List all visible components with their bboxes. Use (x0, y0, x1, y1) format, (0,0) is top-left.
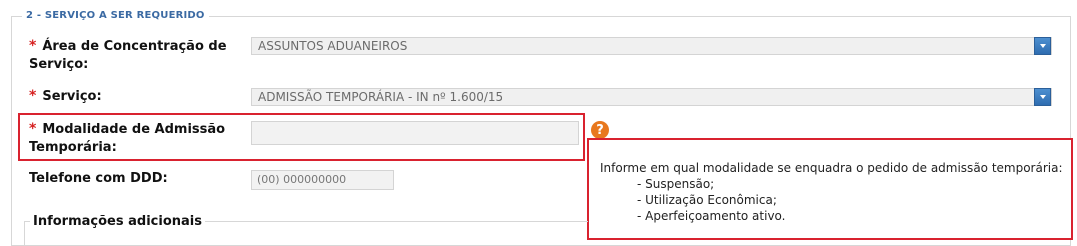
additional-info-border-left (24, 221, 25, 246)
tooltip-item: - Aperfeiçoamento ativo. (637, 209, 786, 223)
telefone-label: Telefone com DDD: (29, 171, 168, 186)
chevron-down-icon[interactable] (1034, 88, 1051, 106)
servico-select[interactable]: ADMISSÃO TEMPORÁRIA - IN nº 1.600/15 (251, 88, 1052, 106)
required-marker: * (29, 88, 37, 104)
chevron-down-icon[interactable] (1034, 37, 1051, 55)
tooltip-intro: Informe em qual modalidade se enquadra o… (600, 161, 1063, 175)
modalidade-input[interactable] (251, 121, 579, 145)
section-legend: 2 - SERVIÇO A SER REQUERIDO (22, 10, 209, 21)
area-label: * Área de Concentração de Serviço: (29, 38, 227, 72)
question-icon[interactable]: ? (591, 121, 609, 139)
required-marker: * (29, 38, 37, 54)
tooltip-item: - Suspensão; (637, 177, 715, 191)
required-marker: * (29, 121, 37, 137)
telefone-input[interactable]: (00) 000000000 (251, 170, 394, 190)
servico-label: * Serviço: (29, 88, 102, 104)
area-select[interactable]: ASSUNTOS ADUANEIROS (251, 37, 1052, 55)
help-tooltip: Informe em qual modalidade se enquadra o… (587, 138, 1073, 240)
tooltip-item: - Utilização Econômica; (637, 193, 777, 207)
additional-info-legend: Informações adicionais (30, 214, 205, 229)
modalidade-label: * Modalidade de Admissão Temporária: (29, 121, 226, 155)
